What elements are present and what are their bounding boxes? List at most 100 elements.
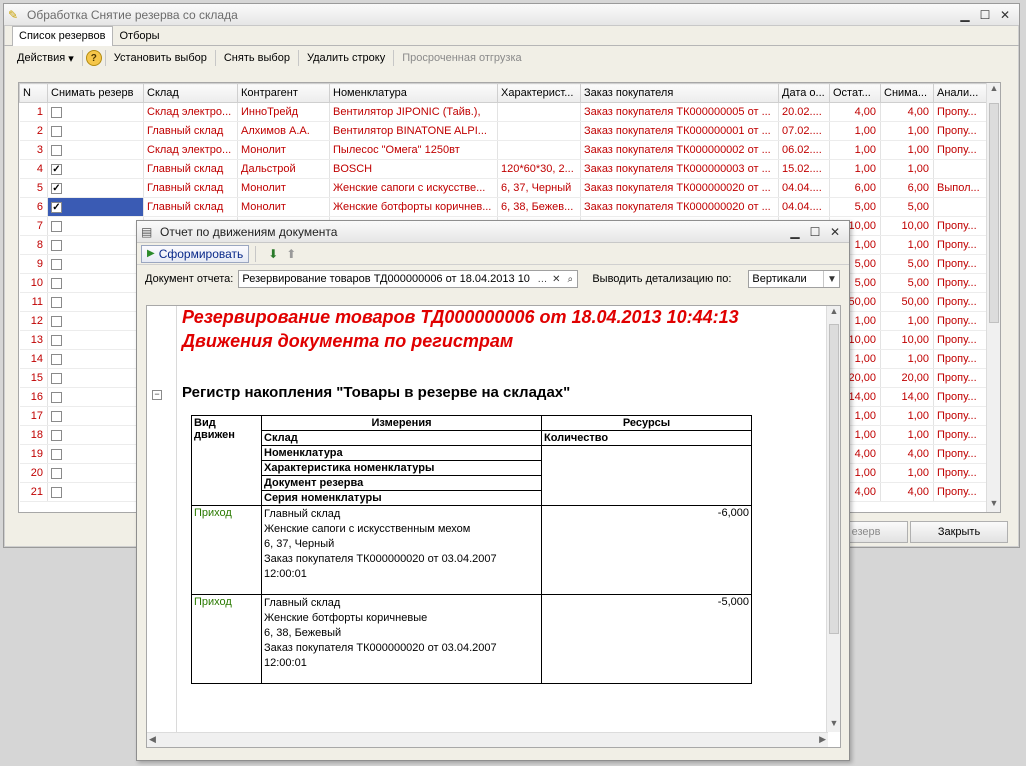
close-button[interactable]: Закрыть bbox=[910, 521, 1008, 543]
maximize-icon[interactable]: ☐ bbox=[977, 7, 993, 23]
remove-reserve-checkbox[interactable] bbox=[51, 239, 62, 251]
clear-selection-button[interactable]: Снять выбор bbox=[219, 50, 295, 66]
column-header[interactable]: Номенклатура bbox=[329, 83, 498, 103]
remove-reserve-cell bbox=[47, 254, 144, 274]
settings-download-icon[interactable]: ⬇ bbox=[265, 246, 281, 262]
generate-button[interactable]: ▶ Сформировать bbox=[141, 244, 250, 263]
clear-icon[interactable]: ✕ bbox=[549, 271, 563, 287]
row-number: 14 bbox=[19, 349, 48, 369]
cell-remove: 1,00 bbox=[880, 140, 934, 160]
row-number: 15 bbox=[19, 368, 48, 388]
cell-rest: 5,00 bbox=[829, 197, 881, 217]
remove-reserve-checkbox[interactable] bbox=[51, 467, 62, 479]
scroll-down-icon[interactable]: ▼ bbox=[827, 718, 840, 732]
actions-menu[interactable]: Действия ▾ bbox=[12, 50, 79, 67]
remove-reserve-checkbox[interactable] bbox=[51, 353, 62, 365]
set-selection-button[interactable]: Установить выбор bbox=[109, 50, 212, 66]
remove-reserve-checkbox[interactable] bbox=[51, 429, 62, 441]
row-number: 20 bbox=[19, 463, 48, 483]
remove-reserve-checkbox[interactable] bbox=[51, 277, 62, 289]
report-params: Документ отчета: Резервирование товаров … bbox=[137, 265, 849, 293]
column-header[interactable]: Склад bbox=[143, 83, 238, 103]
maximize-icon[interactable]: ☐ bbox=[807, 224, 823, 240]
chevron-down-icon[interactable]: ▼ bbox=[823, 271, 839, 287]
remove-reserve-checkbox[interactable] bbox=[51, 448, 62, 460]
remove-reserve-checkbox[interactable] bbox=[51, 410, 62, 422]
remove-reserve-checkbox[interactable]: ✓ bbox=[51, 182, 62, 194]
processing-icon: ✎ bbox=[8, 7, 19, 22]
main-toolbar: Действия ▾ ? Установить выбор Снять выбо… bbox=[4, 46, 1019, 70]
column-header[interactable]: Снима... bbox=[880, 83, 934, 103]
settings-upload-icon: ⬆ bbox=[286, 246, 297, 261]
table-row[interactable]: 4 ✓ Главный склад Дальстрой BOSCH 120*60*30, … bbox=[19, 159, 988, 179]
table-vertical-scrollbar[interactable]: ▲ ▼ bbox=[986, 83, 1000, 512]
report-horizontal-scrollbar[interactable]: ◀ ▶ bbox=[147, 732, 828, 747]
scroll-up-icon[interactable]: ▲ bbox=[827, 306, 840, 320]
remove-reserve-checkbox[interactable] bbox=[51, 258, 62, 270]
search-icon[interactable]: ⌕ bbox=[563, 271, 577, 287]
register-table: Вид движен Измерения Ресурсы Склад Колич… bbox=[191, 415, 752, 684]
scroll-thumb[interactable] bbox=[829, 324, 839, 634]
scroll-thumb[interactable] bbox=[989, 103, 999, 323]
help-icon[interactable]: ? bbox=[85, 50, 102, 66]
column-header[interactable]: Анали... bbox=[933, 83, 988, 103]
table-row[interactable]: 2 Главный склад Алхимов А.А. Вентилятор BIN… bbox=[19, 121, 988, 141]
remove-reserve-cell: ✓ bbox=[47, 159, 144, 179]
remove-reserve-cell bbox=[47, 463, 144, 483]
header-dimensions: Измерения bbox=[261, 415, 542, 431]
column-header[interactable]: Остат... bbox=[829, 83, 881, 103]
table-row[interactable]: 6 ✓ Главный склад Монолит Женские ботфорты к… bbox=[19, 197, 988, 217]
column-header[interactable]: N bbox=[19, 83, 48, 103]
column-header[interactable]: Дата о... bbox=[778, 83, 830, 103]
close-icon[interactable]: ✕ bbox=[997, 7, 1013, 23]
overdue-shipment-button: Просроченная отгрузка bbox=[402, 52, 522, 64]
collapse-group-icon[interactable]: − bbox=[152, 390, 162, 400]
remove-reserve-checkbox[interactable] bbox=[51, 125, 62, 137]
remove-reserve-checkbox[interactable] bbox=[51, 334, 62, 346]
remove-reserve-checkbox[interactable] bbox=[51, 391, 62, 403]
remove-reserve-checkbox[interactable]: ✓ bbox=[51, 163, 62, 175]
remove-reserve-checkbox[interactable] bbox=[51, 144, 62, 156]
cell-remove: 1,00 bbox=[880, 159, 934, 179]
remove-reserve-checkbox[interactable] bbox=[51, 106, 62, 118]
doc-field[interactable]: Резервирование товаров ТД000000006 от 18… bbox=[238, 270, 579, 288]
column-header[interactable]: Характерист... bbox=[497, 83, 581, 103]
detail-select[interactable]: Вертикали ▼ bbox=[748, 270, 841, 288]
table-row[interactable]: 5 ✓ Главный склад Монолит Женские сапоги с и… bbox=[19, 178, 988, 198]
tab-filters[interactable]: Отборы bbox=[113, 26, 167, 45]
remove-reserve-checkbox[interactable]: ✓ bbox=[51, 201, 62, 213]
cell-char bbox=[497, 102, 581, 122]
minimize-icon[interactable]: ▁ bbox=[957, 7, 973, 23]
cell-remove: 4,00 bbox=[880, 444, 934, 464]
scroll-right-icon[interactable]: ▶ bbox=[819, 734, 826, 745]
row-number: 8 bbox=[19, 235, 48, 255]
remove-reserve-cell bbox=[47, 235, 144, 255]
cell-analysis: Пропу... bbox=[933, 102, 988, 122]
column-header[interactable]: Заказ покупателя bbox=[580, 83, 779, 103]
delete-row-button[interactable]: Удалить строку bbox=[302, 50, 390, 66]
scroll-down-icon[interactable]: ▼ bbox=[987, 498, 1000, 512]
remove-reserve-cell bbox=[47, 444, 144, 464]
close-icon[interactable]: ✕ bbox=[827, 224, 843, 240]
remove-reserve-checkbox[interactable] bbox=[51, 486, 62, 498]
scroll-left-icon[interactable]: ◀ bbox=[149, 734, 156, 745]
remove-reserve-checkbox[interactable] bbox=[51, 296, 62, 308]
ellipsis-icon[interactable]: … bbox=[535, 271, 549, 287]
cell-warehouse: Главный склад bbox=[143, 121, 238, 141]
remove-reserve-checkbox[interactable] bbox=[51, 315, 62, 327]
minimize-icon[interactable]: ▁ bbox=[787, 224, 803, 240]
column-header[interactable]: Контрагент bbox=[237, 83, 330, 103]
scroll-up-icon[interactable]: ▲ bbox=[987, 83, 1000, 97]
remove-reserve-checkbox[interactable] bbox=[51, 220, 62, 232]
cell-date: 04.04.... bbox=[778, 197, 830, 217]
cell-char: 6, 37, Черный bbox=[497, 178, 581, 198]
header-resources: Ресурсы bbox=[541, 415, 752, 431]
remove-reserve-checkbox[interactable] bbox=[51, 372, 62, 384]
report-document[interactable]: − Резервирование товаров ТД000000006 от … bbox=[146, 305, 841, 748]
table-row[interactable]: 3 Склад электро... Монолит Пылесос "Омега" … bbox=[19, 140, 988, 160]
column-header[interactable]: Снимать резерв bbox=[47, 83, 144, 103]
report-vertical-scrollbar[interactable]: ▲ ▼ bbox=[826, 306, 840, 732]
row-number: 11 bbox=[19, 292, 48, 312]
table-row[interactable]: 1 Склад электро... ИнноТрейд Вентилятор JIP… bbox=[19, 102, 988, 122]
tab-reserves-list[interactable]: Список резервов bbox=[12, 26, 113, 46]
